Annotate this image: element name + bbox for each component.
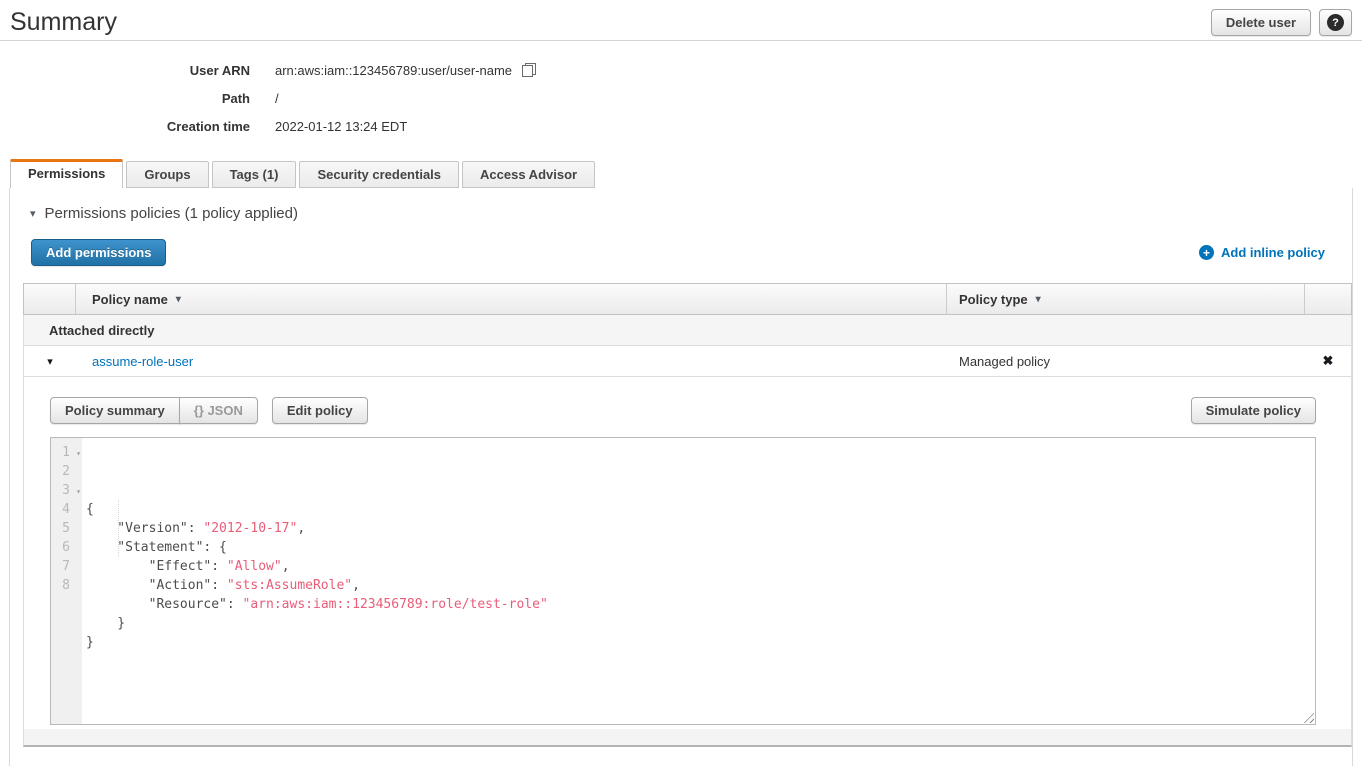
plain-token: , xyxy=(352,578,360,593)
code-line: "Statement": { xyxy=(86,538,1315,557)
policy-type-header-label: Policy type xyxy=(959,292,1028,307)
policy-table: Policy name ▾ Policy type ▾ Attached dir… xyxy=(23,283,1352,747)
policy-table-row: ▾ assume-role-user Managed policy ✖ xyxy=(23,346,1352,377)
info-row: Creation time 2022-01-12 13:24 EDT xyxy=(0,112,1362,140)
plain-token: "Statement": { xyxy=(86,540,227,555)
page-title: Summary xyxy=(10,7,1352,37)
info-label: User ARN xyxy=(0,63,250,78)
line-number: 7 xyxy=(51,557,82,576)
policy-json-editor[interactable]: 1▾23▾45678 { "Version": "2012-10-17", "S… xyxy=(50,437,1316,725)
line-number: 1▾ xyxy=(51,443,82,462)
policy-name-cell: assume-role-user xyxy=(76,346,947,376)
line-number: 8 xyxy=(51,576,82,595)
line-number: 5 xyxy=(51,519,82,538)
header-buttons: Delete user ? xyxy=(1211,9,1352,36)
code-line: "Action": "sts:AssumeRole", xyxy=(86,576,1315,595)
section-title-label: Permissions policies (1 policy applied) xyxy=(45,205,298,222)
edit-policy-button[interactable]: Edit policy xyxy=(272,397,368,424)
editor-code-area[interactable]: { "Version": "2012-10-17", "Statement": … xyxy=(82,438,1315,724)
policy-summary-button[interactable]: Policy summary xyxy=(50,397,180,424)
string-token: "Allow" xyxy=(227,559,282,574)
expander-column-header xyxy=(24,284,76,314)
tab-access-advisor[interactable]: Access Advisor xyxy=(462,161,595,188)
sort-arrow-icon[interactable]: ▾ xyxy=(176,294,181,305)
user-info: User ARN arn:aws:iam::123456789:user/user… xyxy=(0,56,1362,140)
info-row: Path / xyxy=(0,84,1362,112)
policy-view-toggle-group: Policy summary {} JSON xyxy=(50,397,258,424)
line-number: 6 xyxy=(51,538,82,557)
plain-token: } xyxy=(86,616,125,631)
plain-token: "Effect": xyxy=(86,559,227,574)
copy-icon[interactable] xyxy=(522,63,536,77)
plain-token: "Action": xyxy=(86,578,227,593)
tab-tags-1[interactable]: Tags (1) xyxy=(212,161,297,188)
plain-token: "Resource": xyxy=(86,597,243,612)
info-label: Creation time xyxy=(0,119,250,134)
plain-token: , xyxy=(282,559,290,574)
add-inline-policy-link[interactable]: + Add inline policy xyxy=(1199,245,1325,260)
row-expander-icon[interactable]: ▾ xyxy=(47,355,53,368)
code-line: "Version": "2012-10-17", xyxy=(86,519,1315,538)
sort-arrow-icon[interactable]: ▾ xyxy=(1036,294,1041,305)
plain-token: "Version": xyxy=(86,521,203,536)
plus-circle-icon: + xyxy=(1199,245,1214,260)
policy-type-value: Managed policy xyxy=(959,354,1050,369)
info-row: User ARN arn:aws:iam::123456789:user/user… xyxy=(0,56,1362,84)
fold-caret-icon[interactable]: ▾ xyxy=(76,482,81,501)
policy-type-column-header[interactable]: Policy type ▾ xyxy=(947,284,1305,314)
info-label: Path xyxy=(0,91,250,106)
code-line: } xyxy=(86,633,1315,652)
page-header: Summary Delete user ? xyxy=(0,0,1362,41)
string-token: "arn:aws:iam::123456789:role/test-role" xyxy=(243,597,548,612)
plain-token: } xyxy=(86,635,94,650)
add-inline-policy-label: Add inline policy xyxy=(1221,245,1325,260)
detach-column-header xyxy=(1305,284,1351,314)
tab-groups[interactable]: Groups xyxy=(126,161,208,188)
code-line: "Effect": "Allow", xyxy=(86,557,1315,576)
policy-name-column-header[interactable]: Policy name ▾ xyxy=(76,284,947,314)
policy-name-header-label: Policy name xyxy=(92,292,168,307)
simulate-policy-button[interactable]: Simulate policy xyxy=(1191,397,1316,424)
permissions-policies-section-header[interactable]: ▾ Permissions policies (1 policy applied… xyxy=(10,188,1352,222)
policy-name-link[interactable]: assume-role-user xyxy=(92,354,193,369)
json-view-button[interactable]: {} JSON xyxy=(179,397,258,424)
policy-detail-buttons: Policy summary {} JSON Edit policy Simul… xyxy=(50,397,1316,424)
add-permissions-button[interactable]: Add permissions xyxy=(31,239,166,266)
code-line: } xyxy=(86,614,1315,633)
info-value: / xyxy=(275,91,279,106)
attached-directly-group-row: Attached directly xyxy=(23,315,1352,346)
info-value: arn:aws:iam::123456789:user/user-name xyxy=(275,63,512,78)
fold-caret-icon[interactable]: ▾ xyxy=(76,444,81,463)
policy-table-header: Policy name ▾ Policy type ▾ xyxy=(23,283,1352,315)
tab-bar: PermissionsGroupsTags (1)Security creden… xyxy=(10,159,1362,188)
line-number: 4 xyxy=(51,500,82,519)
policy-detail-panel: Policy summary {} JSON Edit policy Simul… xyxy=(23,377,1352,747)
info-value: 2022-01-12 13:24 EDT xyxy=(275,119,407,134)
string-token: "2012-10-17" xyxy=(203,521,297,536)
help-icon: ? xyxy=(1327,14,1344,31)
code-line: { xyxy=(86,500,1315,519)
tab-permissions[interactable]: Permissions xyxy=(10,159,123,188)
policy-detail-footer xyxy=(24,729,1351,745)
plain-token: , xyxy=(297,521,305,536)
delete-user-button[interactable]: Delete user xyxy=(1211,9,1311,36)
policy-actions-row: Add permissions + Add inline policy xyxy=(31,239,1325,266)
line-number: 2 xyxy=(51,462,82,481)
string-token: "sts:AssumeRole" xyxy=(227,578,352,593)
group-row-label: Attached directly xyxy=(49,323,154,338)
indent-guide xyxy=(118,500,119,557)
plain-token: { xyxy=(86,502,94,517)
policy-type-cell: Managed policy xyxy=(947,346,1305,376)
code-line: "Resource": "arn:aws:iam::123456789:role… xyxy=(86,595,1315,614)
detach-policy-icon[interactable]: ✖ xyxy=(1323,353,1334,369)
line-number: 3▾ xyxy=(51,481,82,500)
collapse-caret-icon: ▾ xyxy=(30,207,36,220)
detach-cell: ✖ xyxy=(1305,346,1351,376)
permissions-tab-content: ▾ Permissions policies (1 policy applied… xyxy=(9,188,1353,766)
help-button[interactable]: ? xyxy=(1319,9,1352,36)
editor-line-number-gutter: 1▾23▾45678 xyxy=(51,438,82,724)
row-expander-cell: ▾ xyxy=(24,346,76,376)
tab-security-credentials[interactable]: Security credentials xyxy=(299,161,459,188)
